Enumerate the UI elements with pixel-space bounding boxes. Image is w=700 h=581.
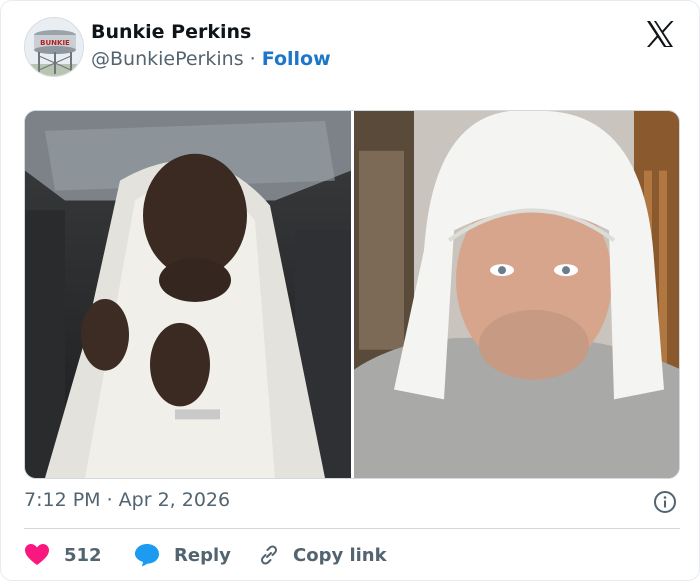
photo-right[interactable]: [354, 111, 680, 478]
author-handle[interactable]: @BunkiePerkins: [91, 48, 244, 70]
info-icon[interactable]: [653, 490, 677, 514]
copy-link-button[interactable]: Copy link: [257, 541, 387, 569]
author-name[interactable]: Bunkie Perkins: [91, 21, 251, 43]
divider: [24, 528, 680, 529]
speech-bubble-icon: [135, 544, 159, 567]
media-grid[interactable]: [24, 110, 680, 479]
like-button[interactable]: 512: [24, 541, 102, 569]
reply-label: Reply: [174, 544, 231, 566]
avatar-text: BUNKIE: [40, 39, 70, 47]
like-count: 512: [64, 544, 102, 566]
separator: ·: [249, 48, 256, 70]
tweet-card: BUNKIE Bunkie Perkins @BunkiePerkins · F…: [0, 0, 700, 581]
copy-link-label: Copy link: [293, 544, 387, 566]
photo-left[interactable]: [25, 111, 351, 478]
follow-link[interactable]: Follow: [262, 48, 331, 70]
avatar[interactable]: BUNKIE: [24, 17, 84, 77]
water-tower-icon: BUNKIE: [25, 18, 83, 76]
reply-button[interactable]: Reply: [134, 541, 231, 569]
heart-icon: [25, 544, 49, 565]
x-logo-icon[interactable]: [644, 18, 676, 50]
handle-row: @BunkiePerkins · Follow: [91, 48, 331, 70]
timestamp[interactable]: 7:12 PM · Apr 2, 2026: [24, 489, 230, 511]
link-icon: [260, 545, 278, 565]
